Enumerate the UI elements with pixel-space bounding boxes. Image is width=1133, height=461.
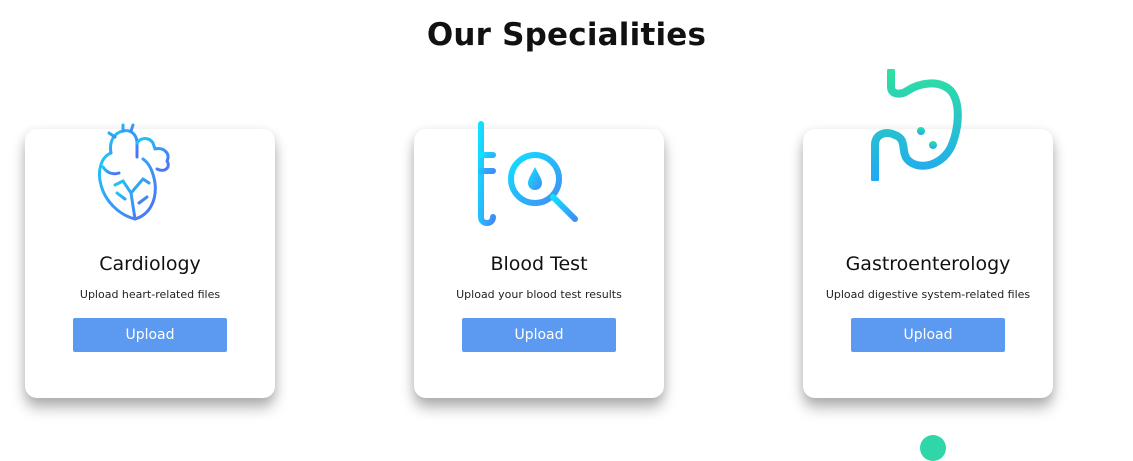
blood-test-icon xyxy=(471,121,583,233)
card-description: Upload heart-related files xyxy=(79,288,221,301)
card-title: Gastroenterology xyxy=(845,253,1011,275)
card-description: Upload your blood test results xyxy=(456,288,622,301)
specialty-card-gastroenterology: Gastroenterology Upload digestive system… xyxy=(803,67,1053,398)
upload-button-cardiology[interactable]: Upload xyxy=(73,318,227,352)
card-description: Upload digestive system-related files xyxy=(825,288,1031,301)
card-title: Blood Test xyxy=(490,253,588,275)
specialty-card-blood-test: Blood Test Upload your blood test result… xyxy=(414,121,664,398)
card-title: Cardiology xyxy=(99,253,201,275)
upload-button-gastroenterology[interactable]: Upload xyxy=(851,318,1005,352)
upload-button-blood-test[interactable]: Upload xyxy=(462,318,616,352)
stomach-icon xyxy=(867,67,963,185)
section-title: Our Specialities xyxy=(426,17,707,53)
specialty-card-cardiology: Cardiology Upload heart-related files Up… xyxy=(25,123,275,398)
next-row-icon xyxy=(920,435,946,461)
heart-icon xyxy=(93,123,179,227)
